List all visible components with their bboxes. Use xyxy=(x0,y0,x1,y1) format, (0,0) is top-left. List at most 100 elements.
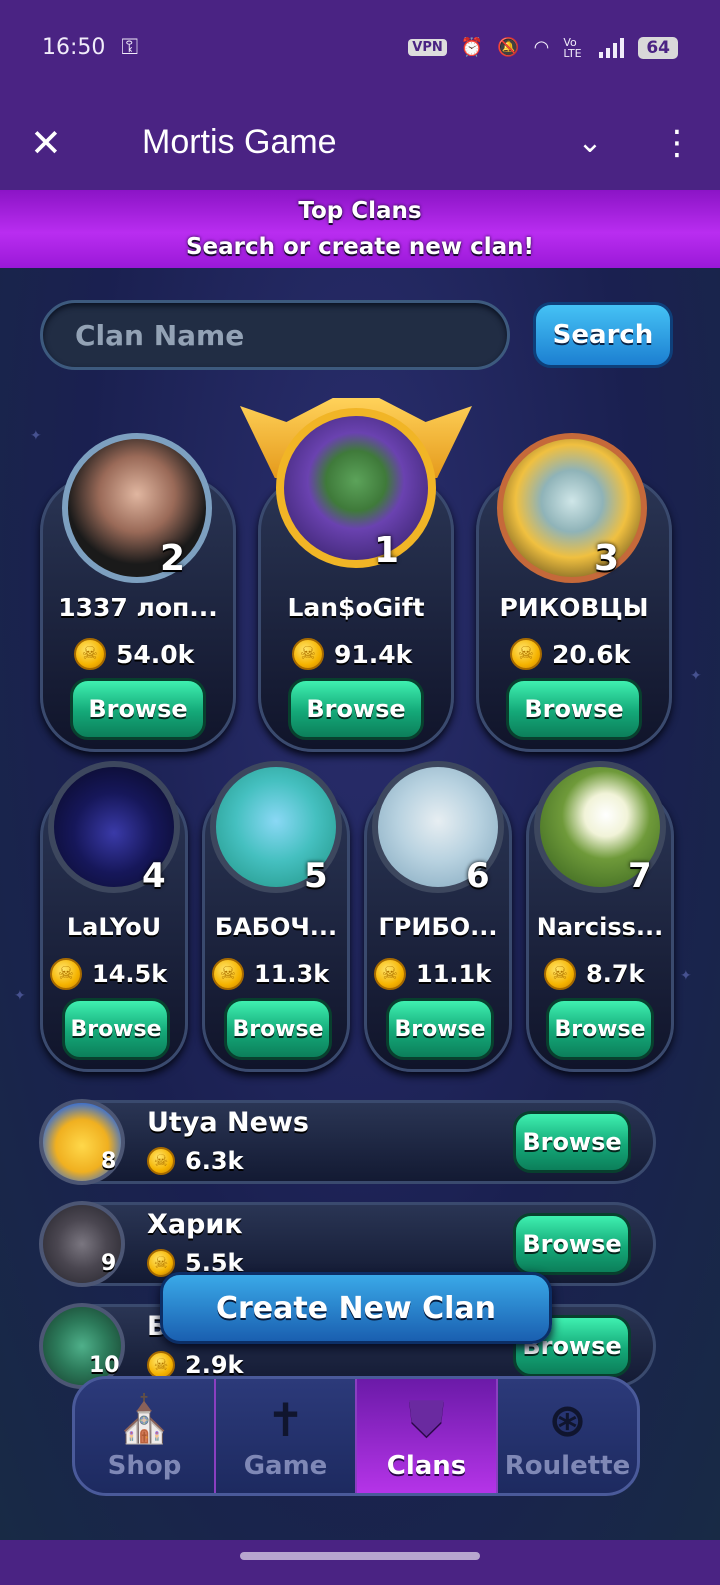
browse-button[interactable]: Browse xyxy=(513,1213,631,1275)
key-icon: ⚿ xyxy=(121,35,139,60)
top-clans-banner: Top Clans Search or create new clan! xyxy=(0,190,720,268)
banner-title: Top Clans xyxy=(298,198,422,224)
search-button[interactable]: Search xyxy=(533,302,673,368)
skull-coin-icon xyxy=(74,638,106,670)
clan-coins: 91.4k xyxy=(292,638,412,670)
banner-subtitle: Search or create new clan! xyxy=(185,234,535,260)
coins-value: 2.9k xyxy=(185,1351,244,1379)
clan-name-input[interactable] xyxy=(40,300,510,370)
app-bar: ✕ Mortis Game ⌄ ⋮ xyxy=(0,95,720,190)
create-new-clan-button[interactable]: Create New Clan xyxy=(160,1272,552,1344)
clan-rank: 10 xyxy=(89,1353,120,1378)
clan-avatar xyxy=(497,433,647,583)
coins-value: 14.5k xyxy=(92,960,168,988)
nav-game[interactable]: ✝ Game xyxy=(216,1379,357,1493)
clans-screen: ✦ ✦ ✦ ✦ ✦ Search 2 1337 лоп... 54.0k Bro… xyxy=(0,268,720,1540)
shop-icon: ⛪ xyxy=(115,1392,174,1446)
clan-coins: 2.9k xyxy=(147,1351,243,1379)
roulette-icon: ⊛ xyxy=(548,1393,587,1447)
clan-name: РИКОВЦЫ xyxy=(499,593,649,622)
coins-value: 6.3k xyxy=(185,1147,244,1175)
coins-value: 54.0k xyxy=(116,639,195,669)
coins-value: 11.1k xyxy=(416,960,492,988)
home-gesture-pill[interactable] xyxy=(240,1552,480,1560)
clan-rank: 2 xyxy=(160,538,186,579)
star-decoration: ✦ xyxy=(690,668,702,684)
chevron-down-icon[interactable]: ⌄ xyxy=(560,125,620,160)
clan-name: LaLYoU xyxy=(66,913,162,941)
clan-rank: 8 xyxy=(101,1149,117,1174)
browse-button[interactable]: Browse xyxy=(506,678,642,740)
clan-emblem-icon: ⛊ xyxy=(409,1391,444,1445)
browse-button[interactable]: Browse xyxy=(546,998,654,1060)
status-time: 16:50 xyxy=(42,35,106,60)
clan-rank: 9 xyxy=(101,1251,117,1276)
clan-rank: 1 xyxy=(374,530,400,571)
clan-coins: 11.3k xyxy=(212,958,329,990)
browse-button[interactable]: Browse xyxy=(224,998,332,1060)
clan-name: Харик xyxy=(147,1209,243,1240)
skull-coin-icon xyxy=(374,958,406,990)
signal-icon xyxy=(599,37,625,58)
clan-name: 1337 лоп... xyxy=(58,593,218,622)
clan-rank: 6 xyxy=(466,856,490,896)
lte-icon: Vo LTE xyxy=(563,35,582,60)
clan-rank: 3 xyxy=(594,538,620,579)
vpn-icon: VPN xyxy=(408,39,447,56)
clan-coins: 11.1k xyxy=(374,958,491,990)
nav-clans[interactable]: ⛊ Clans xyxy=(357,1379,498,1493)
clan-coins: 6.3k xyxy=(147,1147,243,1175)
system-navigation-bar xyxy=(0,1540,720,1585)
grave-icon: ✝ xyxy=(266,1393,305,1447)
battery-icon: 64 xyxy=(638,36,678,59)
clan-name: Utya News xyxy=(147,1107,309,1138)
star-decoration: ✦ xyxy=(680,968,692,984)
nav-label: Roulette xyxy=(504,1451,631,1481)
star-decoration: ✦ xyxy=(14,988,26,1004)
clan-avatar xyxy=(276,408,436,568)
skull-coin-icon xyxy=(292,638,324,670)
clan-rank: 4 xyxy=(142,856,166,896)
browse-button[interactable]: Browse xyxy=(513,1111,631,1173)
app-title: Mortis Game xyxy=(142,123,337,161)
status-bar: 16:50 ⚿ VPN ⏰ 🔕 ◠ Vo LTE 64 xyxy=(0,0,720,95)
skull-coin-icon xyxy=(147,1147,175,1175)
close-icon[interactable]: ✕ xyxy=(30,121,80,165)
clan-name: БАБОЧ... xyxy=(214,913,338,941)
nav-shop[interactable]: ⛪ Shop xyxy=(75,1379,216,1493)
coins-value: 91.4k xyxy=(334,639,413,669)
clan-name: Lan$oGift xyxy=(287,593,425,622)
wifi-icon: ◠ xyxy=(533,37,550,58)
nav-label: Clans xyxy=(386,1451,467,1481)
list-item: 8 Utya News 6.3k Browse xyxy=(39,1099,656,1185)
clan-name: Narciss... xyxy=(536,913,664,941)
browse-button[interactable]: Browse xyxy=(288,678,424,740)
skull-coin-icon xyxy=(147,1351,175,1379)
star-decoration: ✦ xyxy=(30,428,42,444)
clan-coins: 20.6k xyxy=(510,638,630,670)
alarm-icon: ⏰ xyxy=(460,37,484,58)
clan-avatar xyxy=(62,433,212,583)
coins-value: 8.7k xyxy=(586,960,645,988)
mute-icon: 🔕 xyxy=(497,37,520,58)
coins-value: 20.6k xyxy=(552,639,631,669)
more-options-icon[interactable]: ⋮ xyxy=(660,123,694,163)
skull-coin-icon xyxy=(510,638,542,670)
clan-rank: 5 xyxy=(304,856,328,896)
nav-label: Shop xyxy=(107,1451,182,1481)
nav-roulette[interactable]: ⊛ Roulette xyxy=(498,1379,637,1493)
skull-coin-icon xyxy=(50,958,82,990)
bottom-navigation: ⛪ Shop ✝ Game ⛊ Clans ⊛ Roulette xyxy=(72,1376,640,1496)
nav-label: Game xyxy=(243,1451,328,1481)
coins-value: 11.3k xyxy=(254,960,330,988)
clan-coins: 8.7k xyxy=(544,958,644,990)
clan-coins: 54.0k xyxy=(74,638,194,670)
skull-coin-icon xyxy=(544,958,576,990)
clan-rank: 7 xyxy=(628,856,652,896)
browse-button[interactable]: Browse xyxy=(62,998,170,1060)
clan-coins: 14.5k xyxy=(50,958,167,990)
browse-button[interactable]: Browse xyxy=(70,678,206,740)
browse-button[interactable]: Browse xyxy=(386,998,494,1060)
skull-coin-icon xyxy=(212,958,244,990)
clan-name: ГРИБО... xyxy=(378,913,498,941)
